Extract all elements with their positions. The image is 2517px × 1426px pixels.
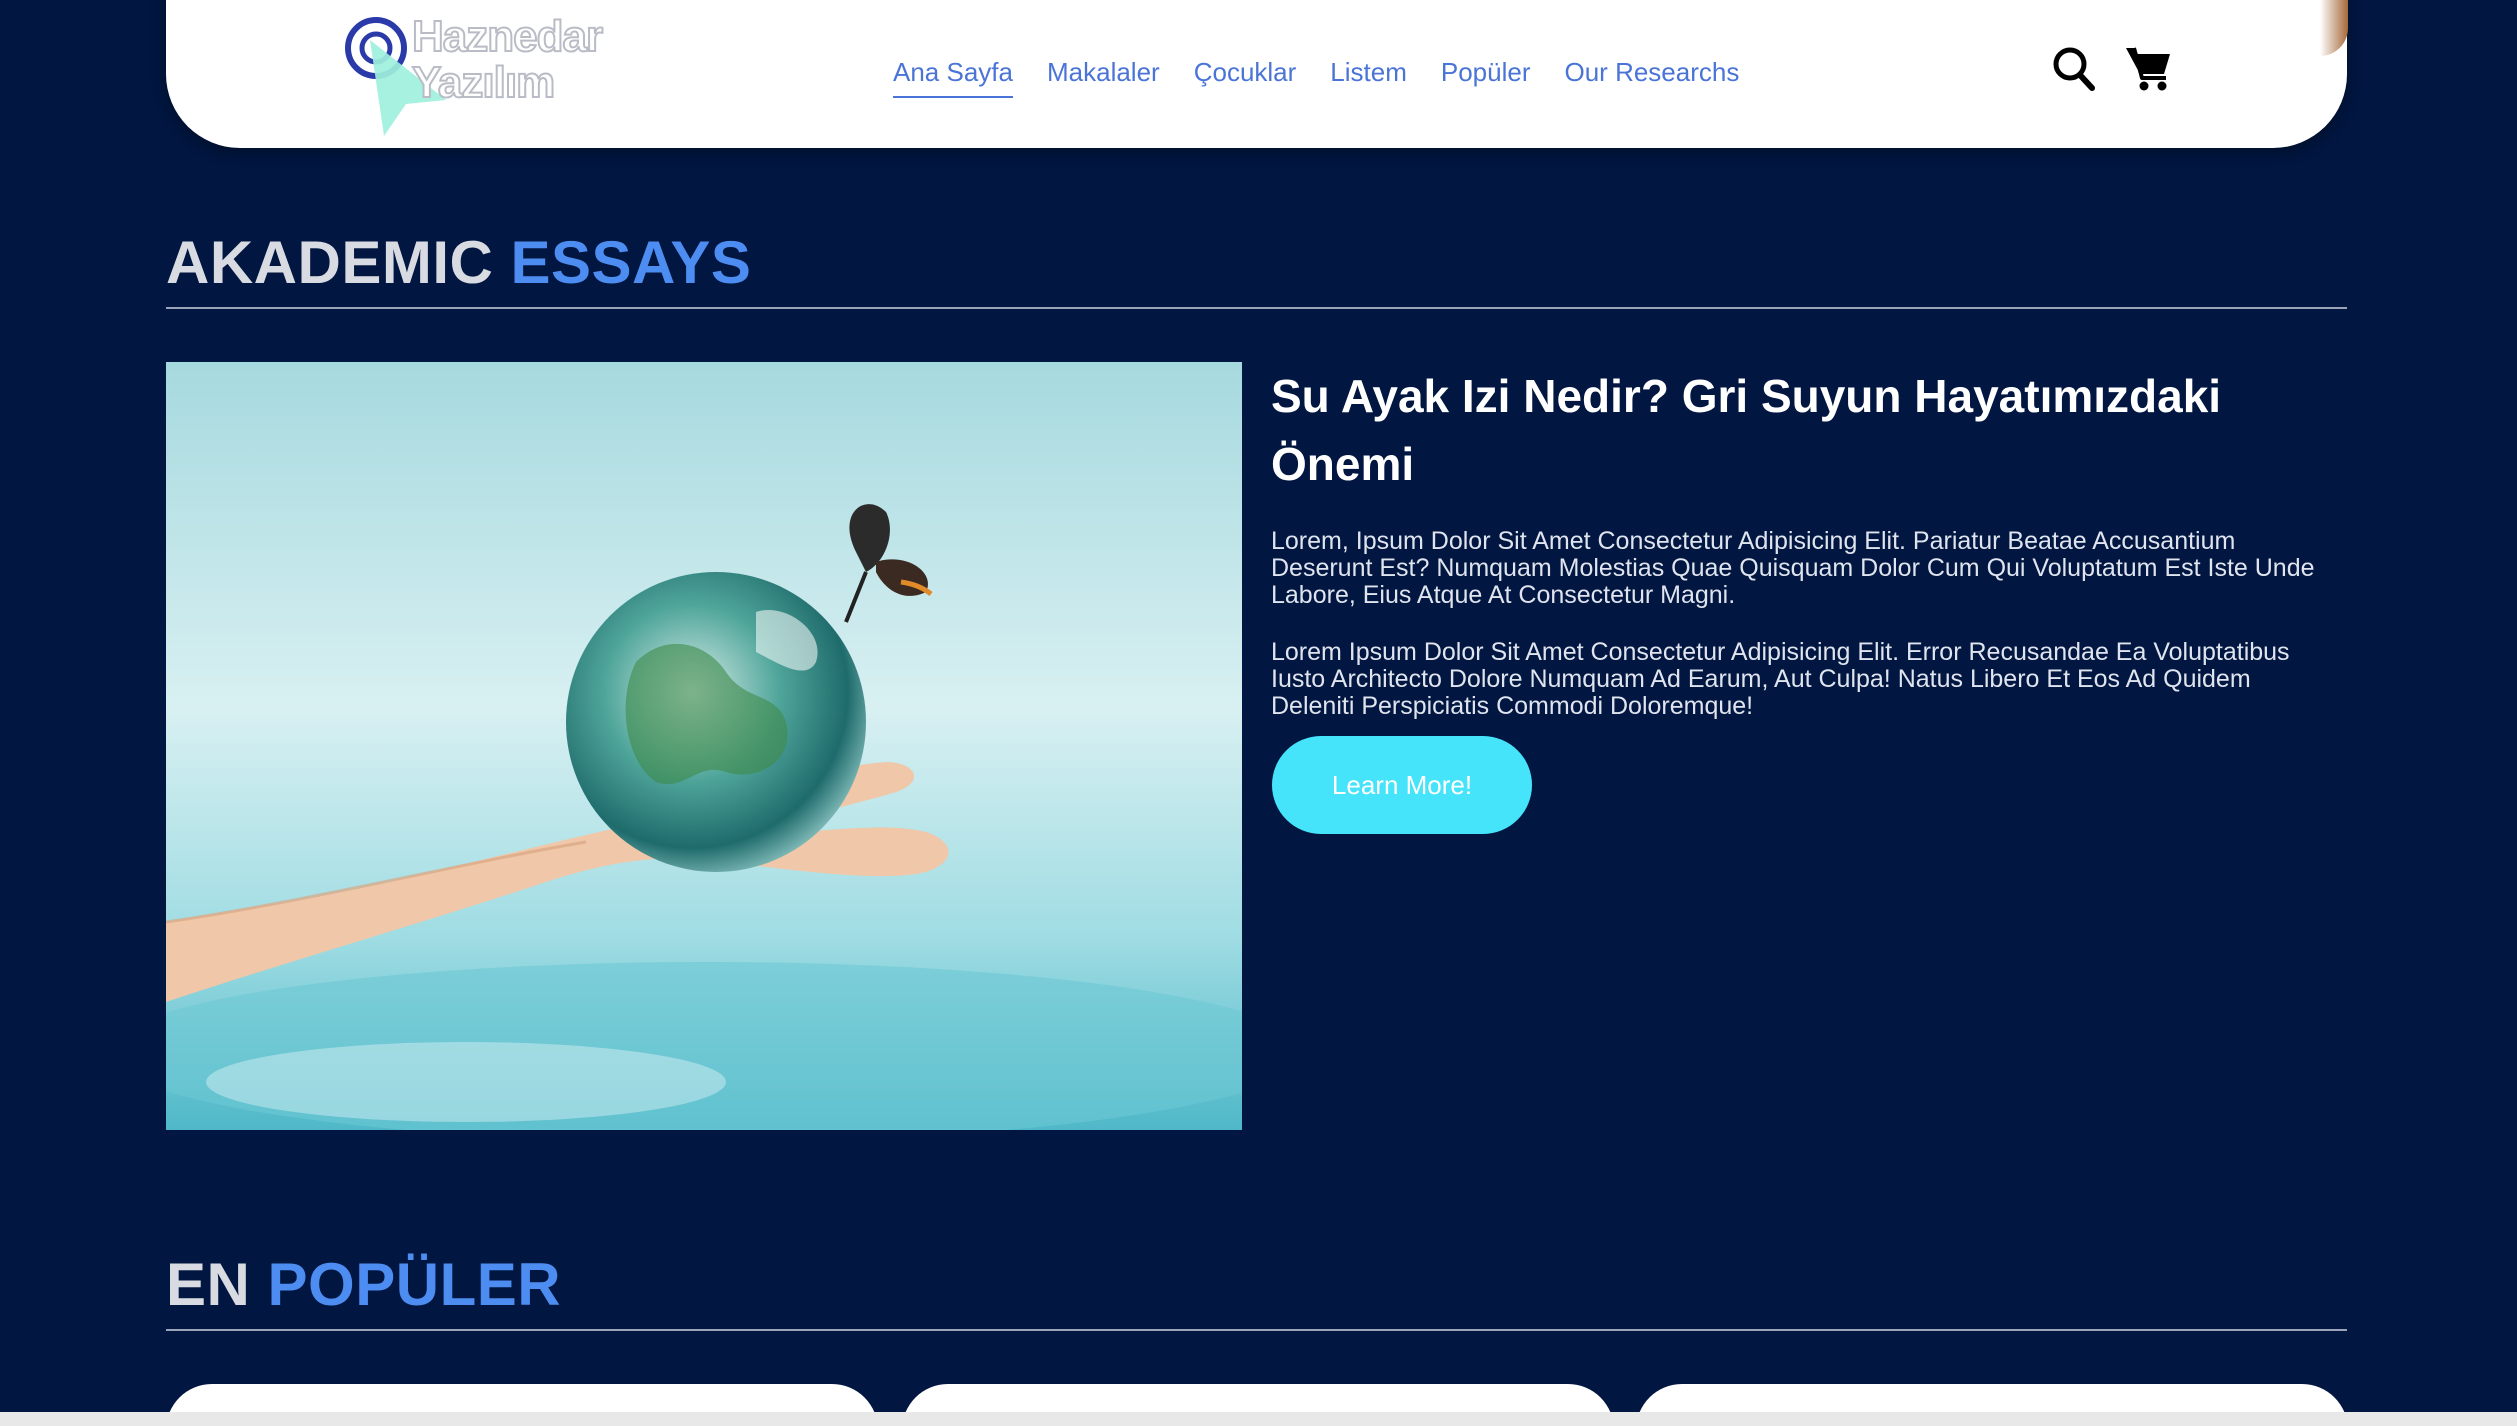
cart-icon: [2126, 47, 2170, 91]
section-title-part1: AKADEMIC: [166, 229, 494, 296]
section-title-en-populer: EN POPÜLER: [166, 1250, 561, 1320]
section-divider: [166, 307, 2347, 309]
logo-line-2: Yazılım: [411, 58, 556, 107]
earth-in-hand-image: [166, 362, 1242, 1130]
search-button[interactable]: [2052, 46, 2096, 92]
section-title-part2: ESSAYS: [510, 229, 752, 296]
nav-item-our-researchs[interactable]: Our Researchs: [1565, 52, 1740, 98]
article-paragraph-2: Lorem Ipsum Dolor Sit Amet Consectetur A…: [1271, 638, 2290, 720]
article-image[interactable]: [166, 362, 1242, 1130]
section-title-part1: EN: [166, 1251, 251, 1318]
logo-text: Haznedar Yazılım: [411, 12, 604, 107]
site-logo[interactable]: Haznedar Yazılım: [340, 12, 630, 142]
main-nav: Ana Sayfa Makalaler Çocuklar Listem Popü…: [893, 52, 1739, 98]
section-title-part2: POPÜLER: [267, 1251, 562, 1318]
article-title[interactable]: Su Ayak Izi Nedir? Gri Suyun Hayatımızda…: [1271, 362, 2331, 498]
nav-item-listem[interactable]: Listem: [1330, 52, 1407, 98]
learn-more-button[interactable]: Learn More!: [1272, 736, 1532, 834]
featured-article: Su Ayak Izi Nedir? Gri Suyun Hayatımızda…: [1271, 362, 2331, 720]
article-paragraph-1: Lorem, Ipsum Dolor Sit Amet Consectetur …: [1271, 527, 2315, 609]
nav-item-ana-sayfa[interactable]: Ana Sayfa: [893, 52, 1013, 98]
horizontal-scrollbar[interactable]: [0, 1412, 2517, 1426]
logo-line-1: Haznedar: [411, 12, 604, 61]
section-title-academic-essays: AKADEMIC ESSAYS: [166, 228, 751, 298]
nav-item-cocuklar[interactable]: Çocuklar: [1194, 52, 1297, 98]
nav-item-populer[interactable]: Popüler: [1441, 52, 1531, 98]
search-icon: [2053, 47, 2095, 91]
cart-button[interactable]: [2124, 44, 2174, 92]
page: Haznedar Yazılım Ana Sayfa Makalaler Çoc…: [0, 0, 2517, 1426]
section-divider: [166, 1329, 2347, 1331]
nav-item-makalaler[interactable]: Makalaler: [1047, 52, 1160, 98]
